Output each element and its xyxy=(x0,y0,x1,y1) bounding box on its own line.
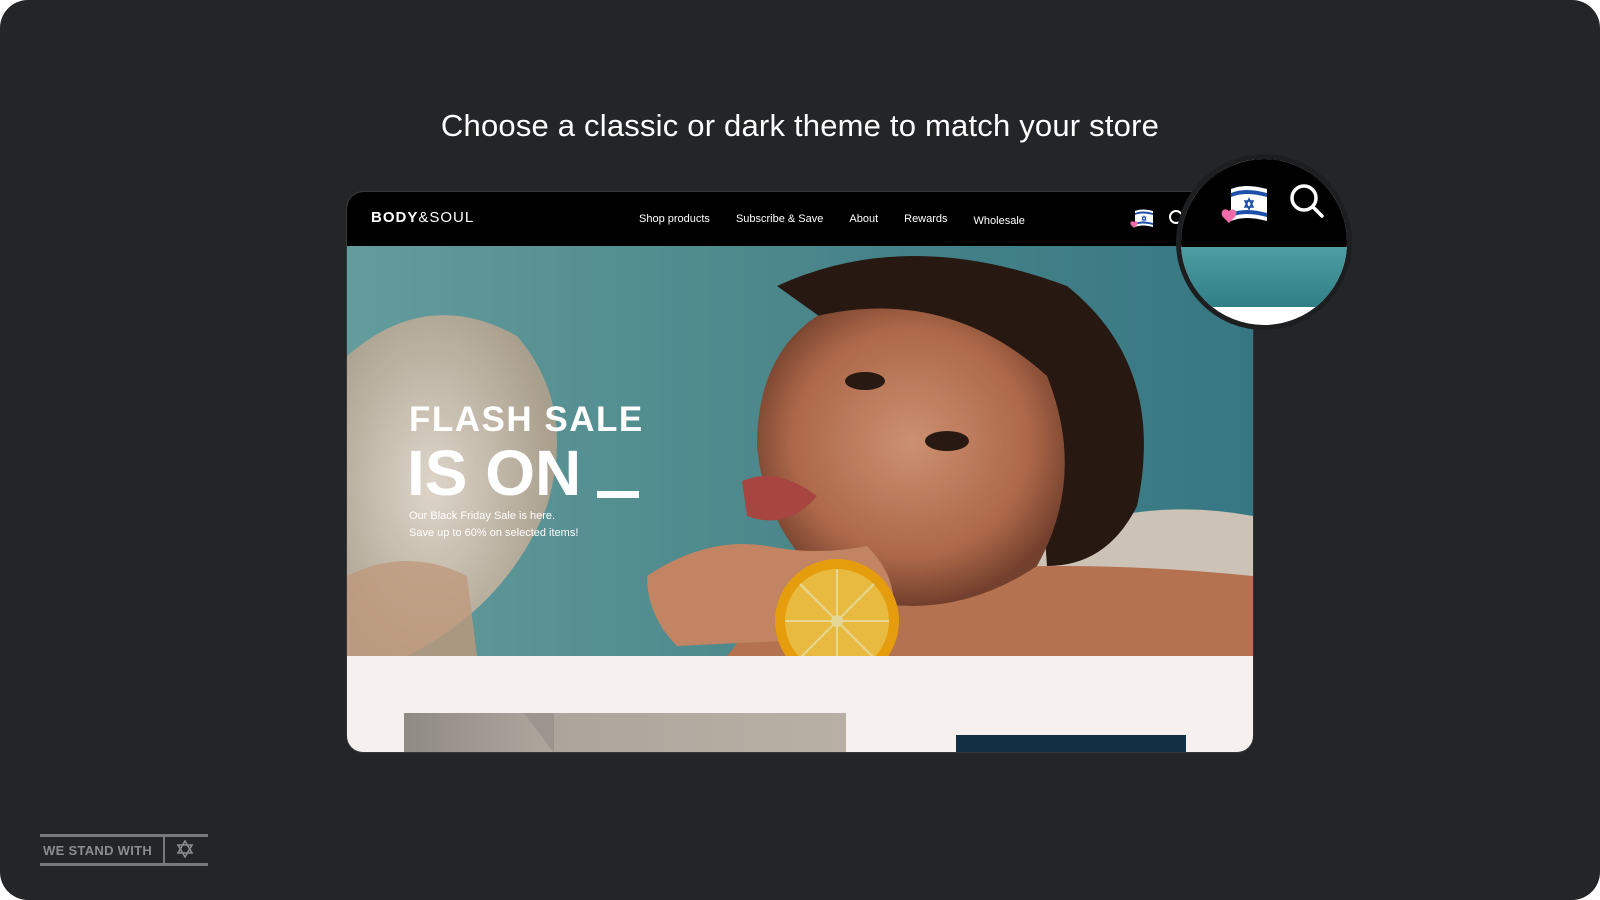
zoomed-hero xyxy=(1181,247,1347,307)
product-banner[interactable] xyxy=(956,735,1186,752)
star-of-david-icon xyxy=(176,840,194,858)
we-stand-with-badge: WE STAND WITH xyxy=(40,834,208,866)
badge-label: WE STAND WITH xyxy=(43,843,153,858)
app-screenshot: Choose a classic or dark theme to match … xyxy=(0,0,1600,900)
hero-title-line2: IS ON xyxy=(407,437,582,509)
israel-flag-heart-icon xyxy=(1221,186,1267,223)
store-navbar: BODY&SOUL Shop products Subscribe & Save… xyxy=(347,192,1253,246)
logo-light: &SOUL xyxy=(418,209,475,226)
nav-link-subscribe-save[interactable]: Subscribe & Save xyxy=(736,213,823,225)
hero-banner: FLASH SALE IS ON Our Black Friday Sale i… xyxy=(347,246,1253,656)
hero-subtitle-line1: Our Black Friday Sale is here. xyxy=(409,510,556,522)
nav-link-wholesale[interactable]: Wholesale xyxy=(974,215,1025,227)
logo-bold: BODY xyxy=(371,209,419,226)
store-preview: BODY&SOUL Shop products Subscribe & Save… xyxy=(347,192,1253,752)
nav-link-about[interactable]: About xyxy=(849,213,878,225)
product-image[interactable] xyxy=(404,713,846,752)
hero-cursor xyxy=(597,491,639,498)
nav-link-rewards[interactable]: Rewards xyxy=(904,213,947,225)
hero-subtitle-line2: Save up to 60% on selected items! xyxy=(409,527,579,539)
hero-title-line1: FLASH SALE xyxy=(409,400,644,439)
search-icon xyxy=(1290,184,1324,218)
hero-subtitle: Our Black Friday Sale is here. Save up t… xyxy=(409,508,578,542)
zoom-magnifier xyxy=(1176,154,1352,330)
israel-flag-heart-icon[interactable] xyxy=(1129,207,1155,231)
nav-links: Shop products Subscribe & Save About Rew… xyxy=(639,213,1025,227)
store-logo[interactable]: BODY&SOUL xyxy=(371,209,474,226)
nav-link-shop-products[interactable]: Shop products xyxy=(639,213,710,225)
page-title: Choose a classic or dark theme to match … xyxy=(440,108,1160,143)
